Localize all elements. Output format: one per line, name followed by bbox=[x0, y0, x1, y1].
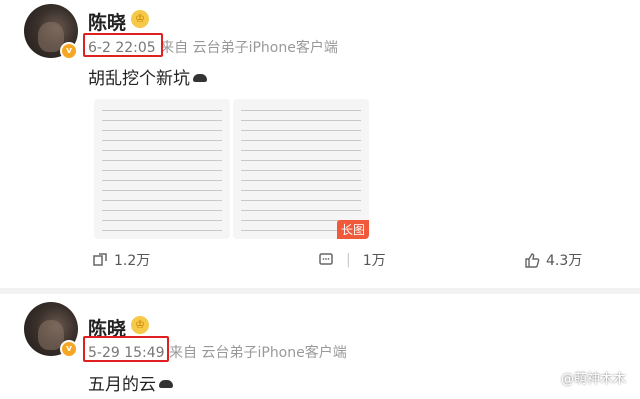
post-text-content: 胡乱挖个新坑 bbox=[88, 69, 190, 89]
thumbs-up-icon bbox=[525, 253, 540, 268]
crown-icon: ♔ bbox=[131, 10, 149, 28]
like-count: 4.3万 bbox=[546, 253, 583, 269]
highlight-box bbox=[83, 33, 163, 57]
post-text-content: 五月的云 bbox=[88, 375, 156, 395]
post-source: 来自 云台弟子iPhone客户端 bbox=[169, 345, 347, 361]
cloud-icon bbox=[159, 380, 173, 388]
verified-badge-icon: v bbox=[60, 42, 78, 60]
comment-count: 1万 bbox=[362, 253, 386, 269]
post-source: 来自 云台弟子iPhone客户端 bbox=[160, 40, 338, 56]
repost-icon bbox=[93, 253, 107, 266]
post-image-1[interactable] bbox=[94, 99, 230, 239]
repost-button[interactable]: 1.2万 bbox=[92, 250, 150, 270]
like-button[interactable]: 4.3万 bbox=[524, 250, 582, 270]
post-text: 五月的云 bbox=[88, 370, 173, 395]
post-card: v 陈晓 ♔ 6-2 22:05 来自 云台弟子iPhone客户端 胡乱挖个新坑… bbox=[0, 0, 640, 288]
comment-icon bbox=[319, 253, 333, 265]
divider: | bbox=[346, 252, 351, 268]
watermark: @萌神木木 bbox=[560, 372, 626, 387]
crown-icon: ♔ bbox=[131, 316, 149, 334]
repost-count: 1.2万 bbox=[114, 253, 151, 269]
cloud-icon bbox=[193, 74, 207, 82]
post-card: v 陈晓 ♔ 5-29 15:49 来自 云台弟子iPhone客户端 五月的云 bbox=[0, 294, 640, 399]
verified-badge-icon: v bbox=[60, 340, 78, 358]
post-image-2[interactable]: 长图 bbox=[233, 99, 369, 239]
long-image-badge: 长图 bbox=[336, 220, 369, 239]
username[interactable]: 陈晓 bbox=[88, 8, 126, 35]
highlight-box bbox=[83, 336, 169, 362]
comment-button[interactable]: | 1万 bbox=[318, 250, 386, 270]
post-text: 胡乱挖个新坑 bbox=[88, 64, 207, 89]
